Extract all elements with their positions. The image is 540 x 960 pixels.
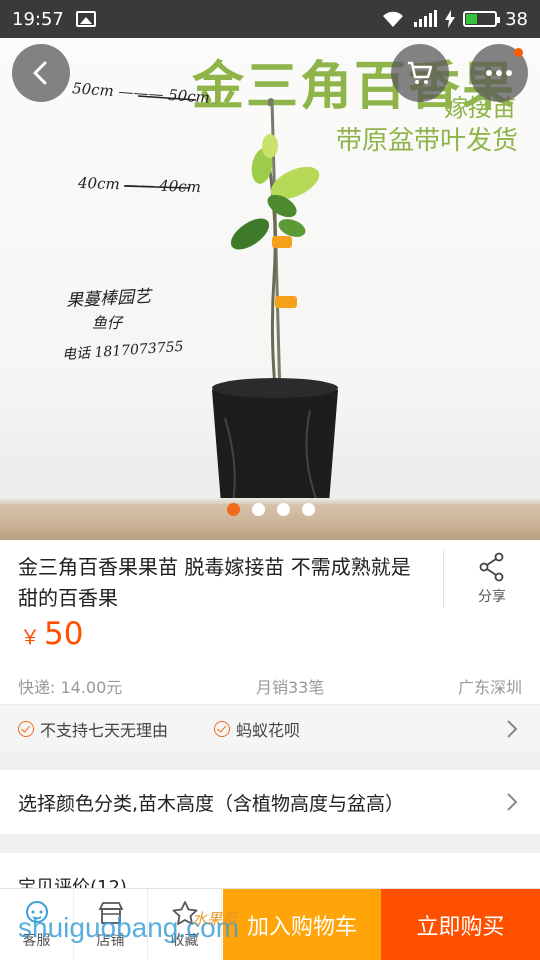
service-label: 蚂蚁花呗 (236, 720, 301, 740)
share-icon (479, 552, 504, 582)
site-watermark-cn: 水果帮 (192, 910, 238, 928)
service-item: 不支持七天无理由 (18, 717, 168, 741)
product-price: ￥ 50 (20, 616, 83, 652)
product-image-carousel[interactable]: 金三角百香果 嫁接苗 带原盆带叶发货 50cm ——— 50cm 40cm ——… (0, 38, 540, 540)
carousel-indicator (0, 503, 540, 516)
product-info-card: 金三角百香果果苗 脱毒嫁接苗 不需成熟就是甜的百香果 分享 ￥ 50 快递: 1… (0, 540, 540, 704)
sku-selector-label: 选择颜色分类,苗木高度（含植物高度与盆高） (18, 792, 405, 815)
image-notification-icon (75, 11, 96, 27)
carousel-dot (227, 503, 240, 516)
share-button[interactable]: 分享 (443, 550, 540, 608)
back-button[interactable] (12, 44, 70, 102)
carousel-dot (252, 503, 265, 516)
cart-button[interactable] (391, 44, 449, 102)
shipping-fee: 快递: 14.00元 (18, 678, 123, 697)
reviews-section-header[interactable]: 宝贝评价(12) (0, 853, 540, 893)
wifi-icon (383, 11, 404, 27)
check-circle-icon (18, 720, 34, 737)
cart-icon (408, 61, 433, 84)
chevron-right-icon (507, 793, 518, 811)
chevron-right-icon (507, 719, 518, 738)
monthly-sales: 月销33笔 (255, 678, 325, 697)
charging-icon (445, 10, 456, 28)
carousel-dot (277, 503, 290, 516)
service-guarantees-row[interactable]: 不支持七天无理由 蚂蚁花呗 (0, 704, 540, 752)
signal-icon (414, 10, 438, 27)
status-bar: 19:57 38 (0, 0, 540, 38)
service-label: 不支持七天无理由 (40, 720, 169, 740)
notification-dot (514, 48, 523, 57)
chevron-left-icon (33, 61, 47, 85)
carousel-dot (302, 503, 315, 516)
add-to-cart-button[interactable]: 加入购物车 (223, 889, 381, 960)
product-meta-row: 快递: 14.00元 月销33笔 广东深圳 (18, 674, 522, 698)
more-dots-icon (486, 70, 512, 76)
seller-location: 广东深圳 (457, 678, 522, 697)
battery-icon (463, 11, 501, 27)
share-label: 分享 (478, 589, 506, 605)
price-value: 50 (44, 616, 84, 652)
status-time: 19:57 (12, 8, 64, 30)
currency-symbol: ￥ (20, 625, 40, 649)
seedling-in-pot-illustration (123, 95, 379, 521)
product-title: 金三角百香果果苗 脱毒嫁接苗 不需成熟就是甜的百香果 (18, 555, 411, 610)
check-circle-icon (214, 720, 231, 737)
buy-now-button[interactable]: 立即购买 (381, 889, 540, 960)
service-item: 蚂蚁花呗 (214, 717, 300, 741)
battery-percent: 38 (505, 8, 528, 30)
sku-selector-row[interactable]: 选择颜色分类,苗木高度（含植物高度与盆高） (0, 770, 540, 834)
